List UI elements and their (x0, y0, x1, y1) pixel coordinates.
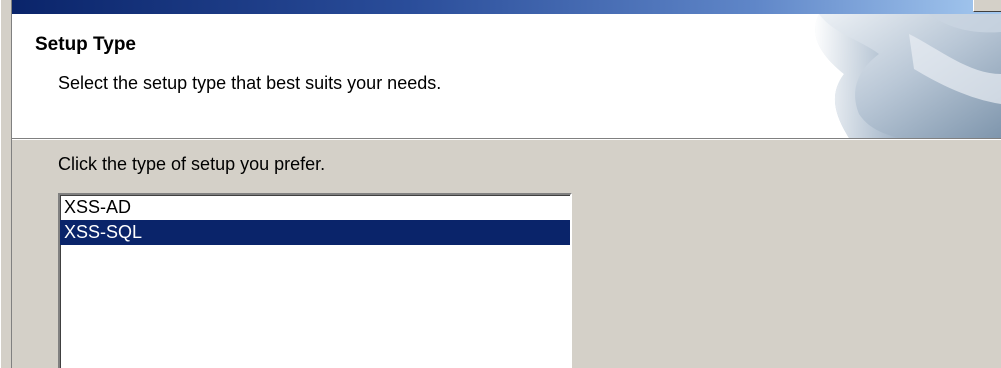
list-item-xss-ad[interactable]: XSS-AD (60, 195, 570, 220)
title-bar[interactable] (12, 0, 1001, 14)
page-subtitle: Select the setup type that best suits yo… (58, 73, 442, 93)
setup-type-prompt: Click the type of setup you prefer. (58, 154, 326, 174)
list-item-xss-sql[interactable]: XSS-SQL (60, 220, 570, 245)
setup-type-listbox[interactable]: XSS-AD XSS-SQL (58, 193, 572, 368)
header-panel: Setup Type Select the setup type that be… (12, 14, 1001, 138)
header-divider (12, 138, 1001, 140)
close-button[interactable] (973, 0, 1001, 12)
page-title: Setup Type (35, 34, 136, 55)
installer-window: Setup Type Select the setup type that be… (0, 0, 1001, 368)
installer-logo-graphic (815, 14, 1001, 138)
window-frame-left (0, 0, 12, 368)
